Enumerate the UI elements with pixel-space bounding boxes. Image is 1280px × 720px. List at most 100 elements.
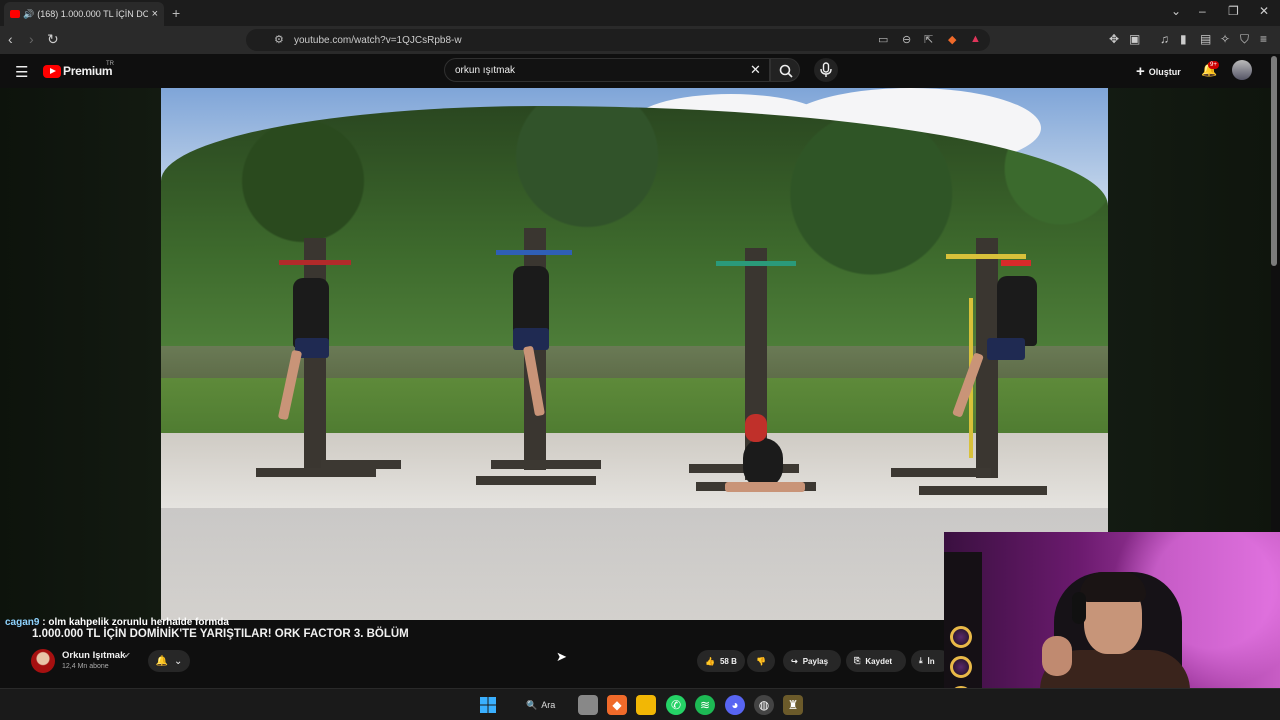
- create-label: Oluştur: [1148, 66, 1181, 77]
- post-red-base: [321, 460, 401, 469]
- search-button[interactable]: [770, 58, 800, 82]
- league-icon[interactable]: ♜: [783, 695, 803, 715]
- like-count: 58 B: [719, 656, 737, 666]
- maximize-button[interactable]: ❐: [1228, 4, 1239, 18]
- browser-toolbar: ‹ › ↻ ☐ ⚙ youtube.com/watch?v=1QJCsRpb8-…: [0, 26, 1280, 54]
- contestant: [997, 276, 1037, 346]
- contestant-sitting: [743, 438, 783, 488]
- screenshot-icon[interactable]: ▣: [1129, 32, 1140, 46]
- whatsapp-icon[interactable]: ✆: [666, 695, 686, 715]
- media-icon[interactable]: ♫: [1160, 32, 1169, 46]
- forward-icon[interactable]: ›: [29, 31, 34, 47]
- post-blue-base: [476, 476, 596, 485]
- post-blue-base: [491, 460, 601, 469]
- share-button[interactable]: ↪ Paylaş: [783, 650, 841, 672]
- post-red-base: [256, 468, 376, 477]
- ambient-right: [1108, 88, 1271, 533]
- chat-user: cagan9: [5, 617, 40, 628]
- save-button[interactable]: ⎘ Kaydet: [846, 650, 906, 672]
- leo-ai-icon[interactable]: ✧: [1220, 32, 1230, 46]
- search-query: orkun ışıtmak: [455, 64, 516, 76]
- tab-title: (168) 1.000.000 TL İÇİN DOMİ: [37, 9, 148, 19]
- youtube-logo[interactable]: Premium TR: [43, 61, 114, 78]
- streamer-hand: [1042, 636, 1072, 676]
- post-red-bar: [279, 260, 351, 265]
- subscriber-count: 12,4 Mn abone: [62, 663, 109, 670]
- brave-browser-icon[interactable]: ◆: [607, 695, 627, 715]
- windows-taskbar: 🔍 Ara ◆ ✆ ≋ ◕ ◍ ♜: [0, 688, 1280, 720]
- youtube-favicon-icon: [10, 10, 20, 18]
- channel-name[interactable]: Orkun Işıtmak: [62, 650, 125, 661]
- channel-avatar[interactable]: [31, 649, 55, 673]
- chat-text: : olm kahpelik zorunlu herhalde formda: [39, 617, 229, 628]
- minimize-button[interactable]: –: [1199, 4, 1206, 18]
- verified-icon: ✔: [124, 651, 131, 660]
- page-scrollbar[interactable]: [1271, 56, 1277, 266]
- close-tab-icon[interactable]: ×: [152, 8, 158, 20]
- back-icon[interactable]: ‹: [8, 31, 13, 47]
- vpn-icon[interactable]: ⛉: [1240, 32, 1249, 47]
- create-button[interactable]: + Oluştur: [1136, 63, 1181, 80]
- speaker-icon[interactable]: 🔊: [23, 9, 34, 20]
- new-tab-button[interactable]: +: [172, 5, 180, 21]
- microphone-icon: [820, 62, 832, 77]
- subscription-bell-button[interactable]: 🔔 ⌄: [148, 650, 190, 672]
- save-label: Kaydet: [865, 656, 893, 666]
- search-icon: 🔍: [526, 699, 538, 710]
- logo-region: TR: [106, 61, 114, 67]
- clear-search-icon[interactable]: ✕: [750, 62, 761, 78]
- post-blue-bar: [496, 250, 572, 255]
- share-label: Paylaş: [802, 656, 829, 666]
- bell-icon: 🔔: [155, 655, 169, 667]
- youtube-header: ☰ Premium TR orkun ışıtmak ✕ + Oluştur 🔔…: [0, 54, 1280, 88]
- cast-icon[interactable]: ▭: [878, 33, 888, 46]
- notification-badge: 9+: [1208, 61, 1219, 69]
- voice-search-button[interactable]: [814, 58, 838, 82]
- pc-fan: [950, 656, 972, 678]
- windows-start-icon[interactable]: [478, 695, 498, 715]
- contestant-leg: [725, 482, 805, 492]
- close-window-button[interactable]: ✕: [1259, 4, 1269, 18]
- post-green-bar: [716, 261, 796, 266]
- thumbs-up-icon: 👍: [705, 656, 715, 666]
- address-bar[interactable]: ⚙ youtube.com/watch?v=1QJCsRpb8-w ▭ ⊖ ⇱ …: [246, 29, 990, 51]
- pc-fan: [950, 626, 972, 648]
- download-icon: ⤓: [919, 656, 923, 665]
- youtube-play-icon: [43, 64, 61, 78]
- like-button[interactable]: 👍 58 B: [697, 650, 745, 672]
- search-input[interactable]: orkun ışıtmak: [444, 58, 770, 82]
- share-icon: ↪: [791, 656, 798, 666]
- reload-icon[interactable]: ↻: [47, 31, 59, 48]
- video-title: 1.000.000 TL İÇİN DOMİNİK'TE YARIŞTILAR!…: [32, 628, 409, 640]
- share-page-icon[interactable]: ⇱: [924, 33, 933, 46]
- tab-search-chevron-icon[interactable]: ⌄: [1171, 4, 1181, 18]
- sidebar-icon[interactable]: ▮: [1180, 32, 1187, 46]
- guide-menu-icon[interactable]: ☰: [15, 63, 28, 81]
- site-info-icon[interactable]: ⚙: [274, 33, 284, 46]
- save-icon: ⎘: [854, 656, 861, 665]
- search-icon: [779, 64, 793, 78]
- dislike-button[interactable]: 👎: [747, 650, 775, 672]
- taskbar-search[interactable]: 🔍 Ara: [518, 695, 555, 715]
- app-icon[interactable]: ◍: [754, 695, 774, 715]
- brave-shields-icon[interactable]: ◆: [948, 33, 956, 46]
- plus-icon: +: [1136, 63, 1145, 80]
- brave-rewards-icon[interactable]: ▲: [970, 33, 981, 45]
- thumbs-down-icon: 👎: [756, 656, 766, 666]
- mouse-cursor-icon: ➤: [556, 649, 567, 664]
- file-explorer-icon[interactable]: [636, 695, 656, 715]
- windows-logo-icon: [480, 697, 496, 713]
- browser-tab[interactable]: 🔊 (168) 1.000.000 TL İÇİN DOMİ ×: [4, 2, 164, 26]
- post-yellow-base: [919, 486, 1047, 495]
- discord-icon[interactable]: ◕: [725, 695, 745, 715]
- spotify-icon[interactable]: ≋: [695, 695, 715, 715]
- wallet-icon[interactable]: ▤: [1200, 32, 1211, 46]
- ambient-left: [0, 88, 161, 620]
- extensions-icon[interactable]: ✥: [1109, 32, 1119, 46]
- zoom-icon[interactable]: ⊖: [902, 33, 911, 46]
- logo-text: Premium: [63, 64, 113, 78]
- browser-tab-strip: 🔊 (168) 1.000.000 TL İÇİN DOMİ × + ⌄ – ❐…: [0, 0, 1280, 26]
- task-view-icon[interactable]: [578, 695, 598, 715]
- account-avatar[interactable]: [1232, 60, 1252, 80]
- menu-icon[interactable]: ≡: [1260, 32, 1267, 46]
